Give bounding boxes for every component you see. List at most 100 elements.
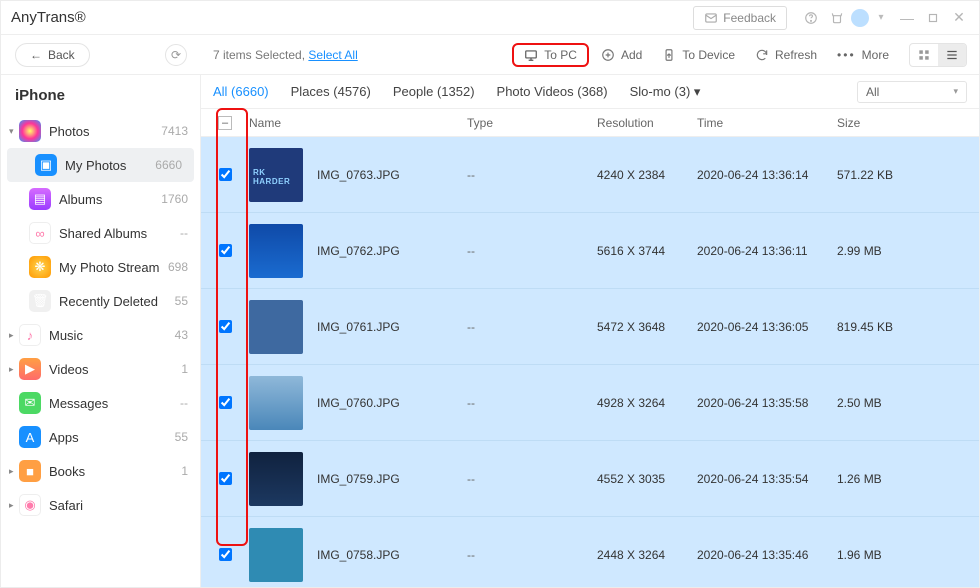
to-pc-button[interactable]: To PC bbox=[512, 43, 589, 67]
file-time: 2020-06-24 13:35:54 bbox=[697, 472, 837, 486]
table-row[interactable]: IMG_0763.JPG--4240 X 23842020-06-24 13:3… bbox=[201, 137, 979, 213]
expand-icon: ▸ bbox=[9, 330, 19, 341]
myphotos-icon: ▣ bbox=[35, 154, 57, 176]
file-size: 1.26 MB bbox=[837, 472, 979, 486]
plus-circle-icon bbox=[601, 48, 615, 62]
device-title: iPhone bbox=[1, 83, 200, 114]
sidebar-item-safari[interactable]: ▸◉Safari bbox=[1, 488, 200, 522]
row-checkbox[interactable] bbox=[219, 396, 232, 409]
thumbnail bbox=[249, 452, 303, 506]
sidebar-item-recently-deleted[interactable]: 🗑Recently Deleted55 bbox=[1, 284, 200, 318]
body: iPhone ▾Photos7413▣My Photos6660▤Albums1… bbox=[1, 75, 979, 587]
tabs: All (6660) Places (4576) People (1352) Phot… bbox=[201, 75, 979, 109]
help-icon[interactable] bbox=[801, 8, 821, 28]
col-time[interactable]: Time bbox=[697, 116, 837, 130]
file-size: 819.45 KB bbox=[837, 320, 979, 334]
back-button[interactable]: ← Back bbox=[15, 43, 90, 67]
list-view-button[interactable] bbox=[938, 44, 966, 66]
filter-dropdown[interactable]: All ▾ bbox=[857, 81, 967, 103]
expand-icon: ▸ bbox=[9, 466, 19, 477]
avatar[interactable] bbox=[851, 9, 869, 27]
sidebar-item-label: Videos bbox=[49, 362, 89, 377]
file-time: 2020-06-24 13:35:58 bbox=[697, 396, 837, 410]
file-size: 2.99 MB bbox=[837, 244, 979, 258]
row-checkbox[interactable] bbox=[219, 472, 232, 485]
refresh-button[interactable]: Refresh bbox=[747, 44, 825, 66]
file-type: -- bbox=[467, 320, 597, 334]
sidebar-item-music[interactable]: ▸♪Music43 bbox=[1, 318, 200, 352]
sidebar-item-label: Albums bbox=[59, 192, 102, 207]
sidebar-item-label: My Photos bbox=[65, 158, 126, 173]
filter-label: All bbox=[866, 85, 879, 99]
sidebar-item-label: Apps bbox=[49, 430, 79, 445]
expand-icon: ▾ bbox=[9, 126, 19, 137]
table-row[interactable]: IMG_0761.JPG--5472 X 36482020-06-24 13:3… bbox=[201, 289, 979, 365]
file-type: -- bbox=[467, 548, 597, 562]
more-button[interactable]: ••• More bbox=[829, 44, 897, 66]
add-button[interactable]: Add bbox=[593, 44, 650, 66]
tab-people[interactable]: People (1352) bbox=[393, 84, 475, 99]
maximize-icon[interactable] bbox=[923, 8, 943, 28]
sidebar-item-label: My Photo Stream bbox=[59, 260, 159, 275]
col-resolution[interactable]: Resolution bbox=[597, 116, 697, 130]
tab-photo[interactable]: Photo Videos (368) bbox=[497, 84, 608, 99]
file-name: IMG_0763.JPG bbox=[317, 168, 400, 182]
sidebar-item-messages[interactable]: ✉Messages-- bbox=[1, 386, 200, 420]
sidebar-item-shared-albums[interactable]: ∞Shared Albums-- bbox=[1, 216, 200, 250]
selection-text: 7 items Selected, Select All bbox=[213, 48, 358, 62]
table-row[interactable]: IMG_0759.JPG--4552 X 30352020-06-24 13:3… bbox=[201, 441, 979, 517]
sidebar-item-apps[interactable]: AApps55 bbox=[1, 420, 200, 454]
shop-icon[interactable] bbox=[827, 8, 847, 28]
refresh-icon bbox=[755, 48, 769, 62]
sidebar-item-my-photos[interactable]: ▣My Photos6660 bbox=[7, 148, 194, 182]
header-checkbox[interactable]: – bbox=[218, 116, 232, 130]
expand-icon: ▸ bbox=[9, 364, 19, 375]
file-type: -- bbox=[467, 168, 597, 182]
sidebar-item-count: 55 bbox=[175, 294, 188, 308]
row-checkbox[interactable] bbox=[219, 548, 232, 561]
back-label: Back bbox=[48, 48, 75, 62]
file-size: 571.22 KB bbox=[837, 168, 979, 182]
chevron-down-icon: ▾ bbox=[953, 86, 958, 97]
file-resolution: 5472 X 3648 bbox=[597, 320, 697, 334]
feedback-button[interactable]: Feedback bbox=[693, 6, 787, 30]
sidebar-item-videos[interactable]: ▸▶Videos1 bbox=[1, 352, 200, 386]
chevron-down-icon[interactable]: ▾ bbox=[871, 8, 891, 28]
sidebar-item-label: Books bbox=[49, 464, 85, 479]
col-type[interactable]: Type bbox=[467, 116, 597, 130]
file-size: 2.50 MB bbox=[837, 396, 979, 410]
tab-all[interactable]: All (6660) bbox=[213, 84, 269, 99]
row-checkbox[interactable] bbox=[219, 244, 232, 257]
select-all-link[interactable]: Select All bbox=[308, 48, 357, 62]
shared-icon: ∞ bbox=[29, 222, 51, 244]
to-device-button[interactable]: To Device bbox=[654, 44, 743, 66]
trash-icon: 🗑 bbox=[29, 290, 51, 312]
sidebar-item-albums[interactable]: ▤Albums1760 bbox=[1, 182, 200, 216]
file-time: 2020-06-24 13:35:46 bbox=[697, 548, 837, 562]
file-time: 2020-06-24 13:36:05 bbox=[697, 320, 837, 334]
apps-icon: A bbox=[19, 426, 41, 448]
table-row[interactable]: IMG_0758.JPG--2448 X 32642020-06-24 13:3… bbox=[201, 517, 979, 587]
grid-view-button[interactable] bbox=[910, 44, 938, 66]
col-size[interactable]: Size bbox=[837, 116, 979, 130]
sidebar-item-photos[interactable]: ▾Photos7413 bbox=[1, 114, 200, 148]
row-checkbox[interactable] bbox=[219, 320, 232, 333]
add-label: Add bbox=[621, 48, 642, 62]
arrow-left-icon: ← bbox=[30, 48, 42, 62]
thumbnail bbox=[249, 376, 303, 430]
refresh-small-button[interactable]: ⟳ bbox=[165, 44, 187, 66]
sidebar-item-count: -- bbox=[180, 226, 188, 240]
close-icon[interactable]: ✕ bbox=[949, 8, 969, 28]
file-name: IMG_0758.JPG bbox=[317, 548, 400, 562]
minimize-icon[interactable]: — bbox=[897, 8, 917, 28]
col-name[interactable]: Name bbox=[249, 116, 467, 130]
sidebar-item-books[interactable]: ▸■Books1 bbox=[1, 454, 200, 488]
row-checkbox[interactable] bbox=[219, 168, 232, 181]
main: All (6660) Places (4576) People (1352) Phot… bbox=[201, 75, 979, 587]
tab-places[interactable]: Places (4576) bbox=[291, 84, 371, 99]
table-row[interactable]: IMG_0760.JPG--4928 X 32642020-06-24 13:3… bbox=[201, 365, 979, 441]
feedback-label: Feedback bbox=[723, 11, 776, 25]
table-row[interactable]: IMG_0762.JPG--5616 X 37442020-06-24 13:3… bbox=[201, 213, 979, 289]
tab-slo-mo[interactable]: Slo-mo (3) ▾ bbox=[630, 84, 701, 99]
sidebar-item-my-photo-stream[interactable]: ❋My Photo Stream698 bbox=[1, 250, 200, 284]
